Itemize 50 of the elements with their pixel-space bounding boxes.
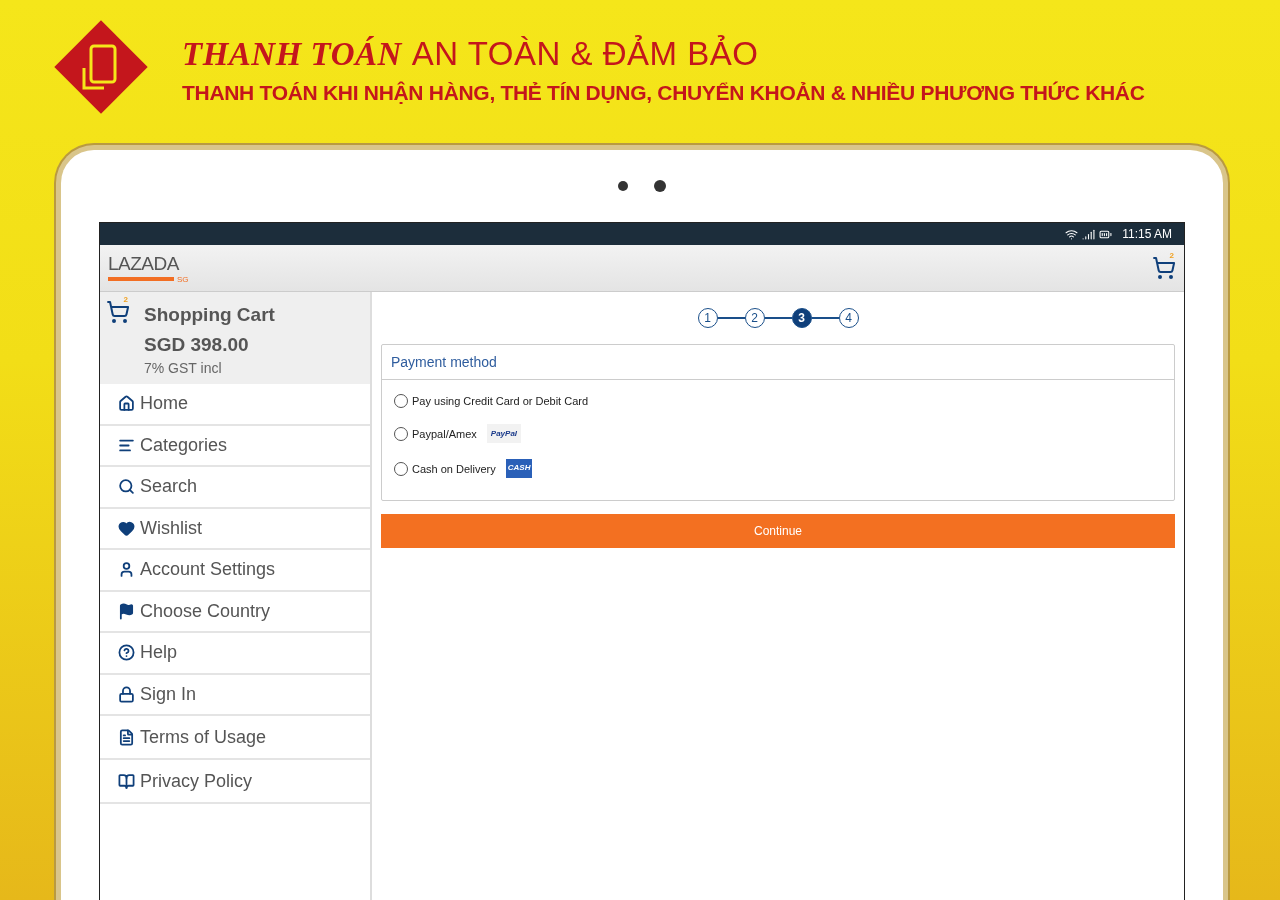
menu-item[interactable]: Search — [100, 467, 370, 509]
menu-item[interactable]: Categories — [100, 425, 370, 467]
tax-note: 7% GST incl — [144, 360, 223, 376]
flag-icon — [118, 602, 135, 620]
banner-subtitle: THANH TOÁN KHI NHẬN HÀNG, THẺ TÍN DỤNG, CHUYỂN KHOẢN & NHIỀU PHƯƠNG THỨC KHÁC — [182, 80, 1145, 105]
paypal-logo: PayPal — [486, 424, 522, 443]
option-label: Paypal/Amex — [412, 427, 477, 440]
option-label: Cash on Delivery — [412, 462, 496, 475]
cart-icon — [1152, 256, 1176, 280]
search-icon — [118, 478, 135, 496]
cart-summary[interactable]: 2 Shopping Cart SGD 398.00 7% GST incl — [100, 292, 370, 384]
payment-title: Payment method — [382, 345, 1174, 380]
step-connector — [811, 317, 839, 319]
step-indicator: 3 — [791, 308, 812, 328]
cash-logo: CASH — [505, 459, 533, 478]
step-connector — [717, 317, 745, 319]
heart-icon — [118, 519, 135, 537]
cart-title: Shopping Cart — [144, 304, 275, 326]
logo-region: SG — [177, 274, 189, 284]
camera-lens — [654, 180, 666, 192]
menu-item[interactable]: Sign In — [100, 674, 370, 716]
logo-text: LAZADA — [108, 252, 181, 275]
menu-item[interactable]: Terms of Usage — [100, 716, 370, 760]
menu-item[interactable]: Home — [100, 384, 370, 426]
cart-count: 2 — [123, 295, 128, 304]
menu-item[interactable]: Choose Country — [100, 591, 370, 633]
option-label: Pay using Credit Card or Debit Card — [412, 395, 589, 407]
menu-item[interactable]: Wishlist — [100, 508, 370, 550]
cart-total: SGD 398.00 — [144, 334, 250, 356]
radio-button[interactable] — [394, 394, 408, 408]
logo-bar — [108, 277, 174, 281]
step-indicator: 4 — [838, 308, 859, 328]
cart-icon — [106, 300, 130, 324]
step-indicator: 2 — [744, 308, 765, 328]
menu-item[interactable]: Account Settings — [100, 550, 370, 592]
help-icon — [118, 644, 135, 662]
user-icon — [118, 561, 135, 579]
step-indicator: 1 — [697, 308, 718, 328]
lock-icon — [118, 685, 135, 703]
clock-time: 11:15 AM — [1122, 227, 1172, 241]
radio-button[interactable] — [394, 426, 408, 441]
menu-item[interactable]: Help — [100, 633, 370, 675]
signal-icon — [1082, 227, 1096, 241]
banner-title: THANH TOÁN AN TOÀN & ĐẢM BẢO — [182, 34, 760, 73]
radio-button[interactable] — [394, 461, 408, 476]
home-icon — [118, 395, 135, 413]
sensor-dot — [618, 181, 628, 191]
step-connector — [764, 317, 792, 319]
wifi-icon — [1065, 227, 1079, 241]
menu-item[interactable]: Privacy Policy — [100, 760, 370, 804]
